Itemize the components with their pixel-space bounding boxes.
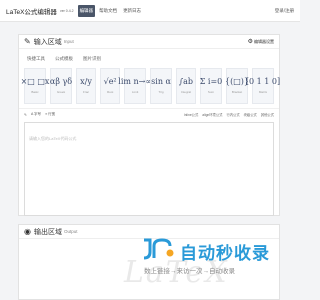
template-basic[interactable]: ×□ □x Basic [21, 68, 49, 104]
input-subtitle: Input [63, 39, 74, 44]
template-limit[interactable]: lim n→∞ Limit [118, 68, 152, 104]
output-icon: ◉ [24, 227, 31, 236]
editor-settings-button[interactable]: ⚙ 编辑器设置 [247, 38, 274, 46]
template-trig[interactable]: sin α Trig [150, 68, 172, 104]
other-formula-button[interactable]: 其他公式 [261, 112, 274, 117]
tab-image-recognition[interactable]: 图片识别 [80, 54, 104, 64]
ad-logo-icon [143, 238, 174, 260]
editor-placeholder: 请输入您的LaTeX代码公式 [29, 136, 77, 141]
template-limit-symbol: lim n→∞ [118, 77, 153, 87]
template-sum-label: Sum [207, 89, 215, 94]
version-label: ver 0.4.2 [59, 8, 74, 13]
template-bracket[interactable]: {(□)} Bracket [225, 68, 249, 104]
template-bracket-label: Bracket [231, 89, 243, 94]
template-frac-symbol: x/y [80, 77, 92, 87]
input-title: 输入区域 [33, 38, 62, 46]
template-sum-symbol: Σ i=0 [199, 77, 223, 87]
template-root-label: Root [106, 89, 114, 94]
nav-editor[interactable]: 编辑器 [77, 4, 96, 17]
inline-formula-button[interactable]: Inline公式 [184, 112, 198, 117]
editor-settings-label: 编辑器设置 [254, 38, 274, 44]
template-greek-symbol: αβ γδ [49, 77, 73, 87]
template-integral-symbol: ∫ab [178, 77, 193, 87]
template-greek-label: Greek [56, 89, 66, 94]
template-frac-label: Frac [83, 89, 90, 94]
block-formula-button[interactable]: 块级公式 [244, 112, 257, 117]
login-link[interactable]: 登录/注册 [275, 8, 294, 14]
template-strip: ×□ □x Basic αβ γδ Greek x/y Frac √e² Roo… [19, 64, 280, 108]
template-greek[interactable]: αβ γδ Greek [50, 68, 72, 104]
edit-icon: ✎ [24, 37, 31, 46]
font-size-dropdown[interactable]: A 字号 [31, 112, 41, 117]
input-card-header: ✎ 输入区域 Input ⚙ 编辑器设置 [19, 35, 279, 49]
ad-title: 自动秒收录 [180, 244, 270, 263]
output-title: 输出区域 [33, 228, 62, 236]
output-card-header: ◉ 输出区域 Output [19, 225, 279, 239]
gear-icon: ⚙ [247, 39, 253, 45]
tab-templates[interactable]: 公式模板 [52, 54, 76, 64]
brand-title[interactable]: LaTeX公式编辑器 [6, 6, 57, 16]
template-matrix[interactable]: [0 1 1 0] Matrix [246, 68, 280, 104]
template-matrix-symbol: [0 1 1 0] [245, 77, 281, 87]
template-root[interactable]: √e² Root [100, 68, 121, 104]
template-frac[interactable]: x/y Frac [76, 68, 97, 104]
template-integral[interactable]: ∫ab Integral [175, 68, 196, 104]
input-card: ✎ 输入区域 Input ⚙ 编辑器设置 快捷工具 公式模板 图片识别 ×□ □… [18, 34, 280, 216]
nav-help[interactable]: 帮助文档 [97, 5, 119, 17]
template-root-symbol: √e² [103, 77, 117, 87]
template-trig-label: Trig [158, 89, 164, 94]
editor-toolbar: ✎ A 字号 ≡ 行宽 Inline公式 align环境公式 行内公式 块级公式… [19, 108, 279, 120]
nav-changelog[interactable]: 更新日志 [121, 5, 143, 17]
ad-banner[interactable]: 自动秒收录 数上链接→来访一次→自动收录 [140, 238, 280, 278]
template-limit-label: Limit [131, 89, 139, 94]
template-sum[interactable]: Σ i=0 Sum [200, 68, 222, 104]
line-width-dropdown[interactable]: ≡ 行宽 [45, 112, 55, 117]
template-basic-label: Basic [31, 89, 39, 94]
align-formula-button[interactable]: align环境公式 [202, 112, 222, 117]
template-matrix-label: Matrix [258, 89, 268, 94]
pen-tool-button[interactable]: ✎ [24, 113, 27, 117]
input-tabs: 快捷工具 公式模板 图片识别 [19, 49, 279, 64]
inline-row-formula-button[interactable]: 行内公式 [226, 112, 239, 117]
tab-quick-tools[interactable]: 快捷工具 [24, 54, 48, 64]
latex-editor[interactable]: 请输入您的LaTeX代码公式 [24, 122, 274, 216]
output-subtitle: Output [63, 229, 78, 234]
template-basic-symbol: ×□ □x [20, 77, 50, 87]
ad-slogan: 数上链接→来访一次→自动收录 [144, 268, 235, 275]
top-navbar: LaTeX公式编辑器 ver 0.4.2 编辑器 帮助文档 更新日志 登录/注册 [0, 0, 300, 22]
template-trig-symbol: sin α [151, 77, 171, 87]
template-integral-label: Integral [180, 89, 191, 94]
